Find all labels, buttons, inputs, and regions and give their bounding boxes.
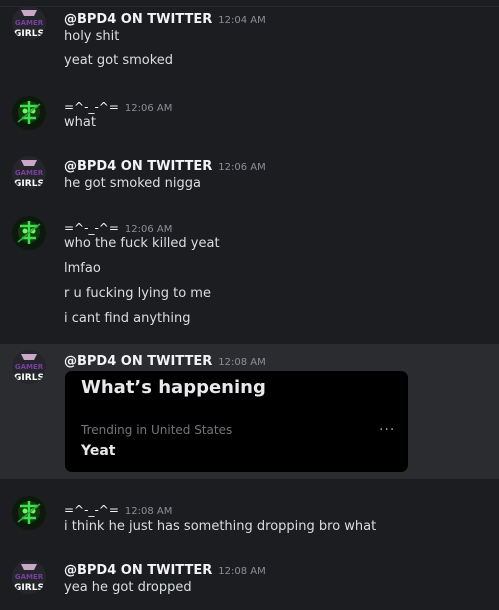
timestamp: 12:08 AM bbox=[218, 357, 266, 368]
embed-title: What’s happening bbox=[81, 377, 266, 398]
message-text: he got smoked nigga bbox=[64, 176, 201, 191]
message-text: i cant find anything bbox=[64, 311, 191, 326]
message-group: =^-_-^= 12:08 AM i think he just has some… bbox=[0, 490, 499, 545]
green-skull-avatar[interactable] bbox=[12, 96, 46, 130]
message-text: r u fucking lying to me bbox=[64, 286, 211, 301]
username[interactable]: =^-_-^= bbox=[64, 503, 119, 517]
timestamp: 12:06 AM bbox=[124, 103, 173, 114]
message-group: GAMER GIRLS @BPD4 ON TWITTER 12:08 AM yea… bbox=[0, 550, 499, 610]
message-text: yea he got dropped bbox=[64, 580, 192, 595]
message-header: =^-_-^= 12:06 AM bbox=[64, 217, 172, 236]
timestamp: 12:08 AM bbox=[218, 566, 266, 577]
gamer-girls-avatar[interactable]: GAMER GIRLS bbox=[12, 560, 46, 594]
svg-text:GIRLS: GIRLS bbox=[14, 179, 44, 189]
chat-view: GAMER GIRLS @BPD4 ON TWITTER 12:04 AM hol… bbox=[0, 0, 499, 610]
more-horizontal-icon[interactable]: ··· bbox=[379, 422, 395, 438]
message-text: what bbox=[64, 115, 96, 130]
username[interactable]: @BPD4 ON TWITTER bbox=[64, 563, 212, 578]
svg-text:GIRLS: GIRLS bbox=[14, 583, 44, 593]
gamer-girls-avatar[interactable]: GAMER GIRLS bbox=[12, 156, 46, 190]
svg-text:GAMER: GAMER bbox=[15, 169, 44, 177]
embed-trending-label: Trending in United States bbox=[81, 423, 233, 437]
timestamp: 12:06 AM bbox=[218, 162, 266, 173]
message-header: =^-_-^= 12:06 AM bbox=[64, 96, 172, 115]
message-group: GAMER GIRLS @BPD4 ON TWITTER 12:06 AM he … bbox=[0, 150, 499, 205]
embed-topic[interactable]: Yeat bbox=[81, 443, 116, 459]
green-skull-avatar[interactable] bbox=[12, 496, 46, 530]
message-text: yeat got smoked bbox=[64, 53, 174, 68]
username[interactable]: @BPD4 ON TWITTER bbox=[64, 159, 212, 174]
message-header: =^-_-^= 12:08 AM bbox=[64, 499, 172, 518]
message-group: =^-_-^= 12:06 AM what bbox=[0, 90, 499, 145]
svg-text:GAMER: GAMER bbox=[15, 363, 44, 371]
message-text: who the fuck killed yeat bbox=[64, 236, 220, 251]
message-text: holy shit bbox=[64, 29, 120, 44]
message-header: @BPD4 ON TWITTER 12:04 AM bbox=[64, 8, 266, 27]
username[interactable]: @BPD4 ON TWITTER bbox=[64, 12, 212, 27]
svg-text:GIRLS: GIRLS bbox=[14, 373, 44, 383]
gamer-girls-avatar[interactable]: GAMER GIRLS bbox=[12, 350, 46, 384]
trending-embed[interactable]: What’s happening Trending in United Stat… bbox=[65, 371, 408, 472]
gamer-girls-avatar[interactable]: GAMER GIRLS bbox=[12, 6, 46, 40]
username[interactable]: @BPD4 ON TWITTER bbox=[64, 354, 212, 369]
username[interactable]: =^-_-^= bbox=[64, 100, 119, 114]
timestamp: 12:08 AM bbox=[124, 506, 173, 517]
svg-text:GAMER: GAMER bbox=[15, 573, 44, 581]
message-header: @BPD4 ON TWITTER 12:08 AM bbox=[64, 350, 266, 369]
message-text: i think he just has something dropping b… bbox=[64, 519, 377, 534]
timestamp: 12:06 AM bbox=[124, 224, 173, 235]
message-group: GAMER GIRLS @BPD4 ON TWITTER 12:04 AM hol… bbox=[0, 0, 499, 85]
username[interactable]: =^-_-^= bbox=[64, 221, 119, 235]
svg-text:GIRLS: GIRLS bbox=[14, 29, 44, 39]
message-header: @BPD4 ON TWITTER 12:06 AM bbox=[64, 155, 266, 174]
message-group: =^-_-^= 12:06 AM who the fuck killed yeat… bbox=[0, 210, 499, 340]
message-header: @BPD4 ON TWITTER 12:08 AM bbox=[64, 559, 266, 578]
message-text: lmfao bbox=[64, 261, 101, 276]
svg-text:GAMER: GAMER bbox=[15, 19, 44, 27]
timestamp: 12:04 AM bbox=[218, 15, 266, 26]
green-skull-avatar[interactable] bbox=[12, 216, 46, 250]
